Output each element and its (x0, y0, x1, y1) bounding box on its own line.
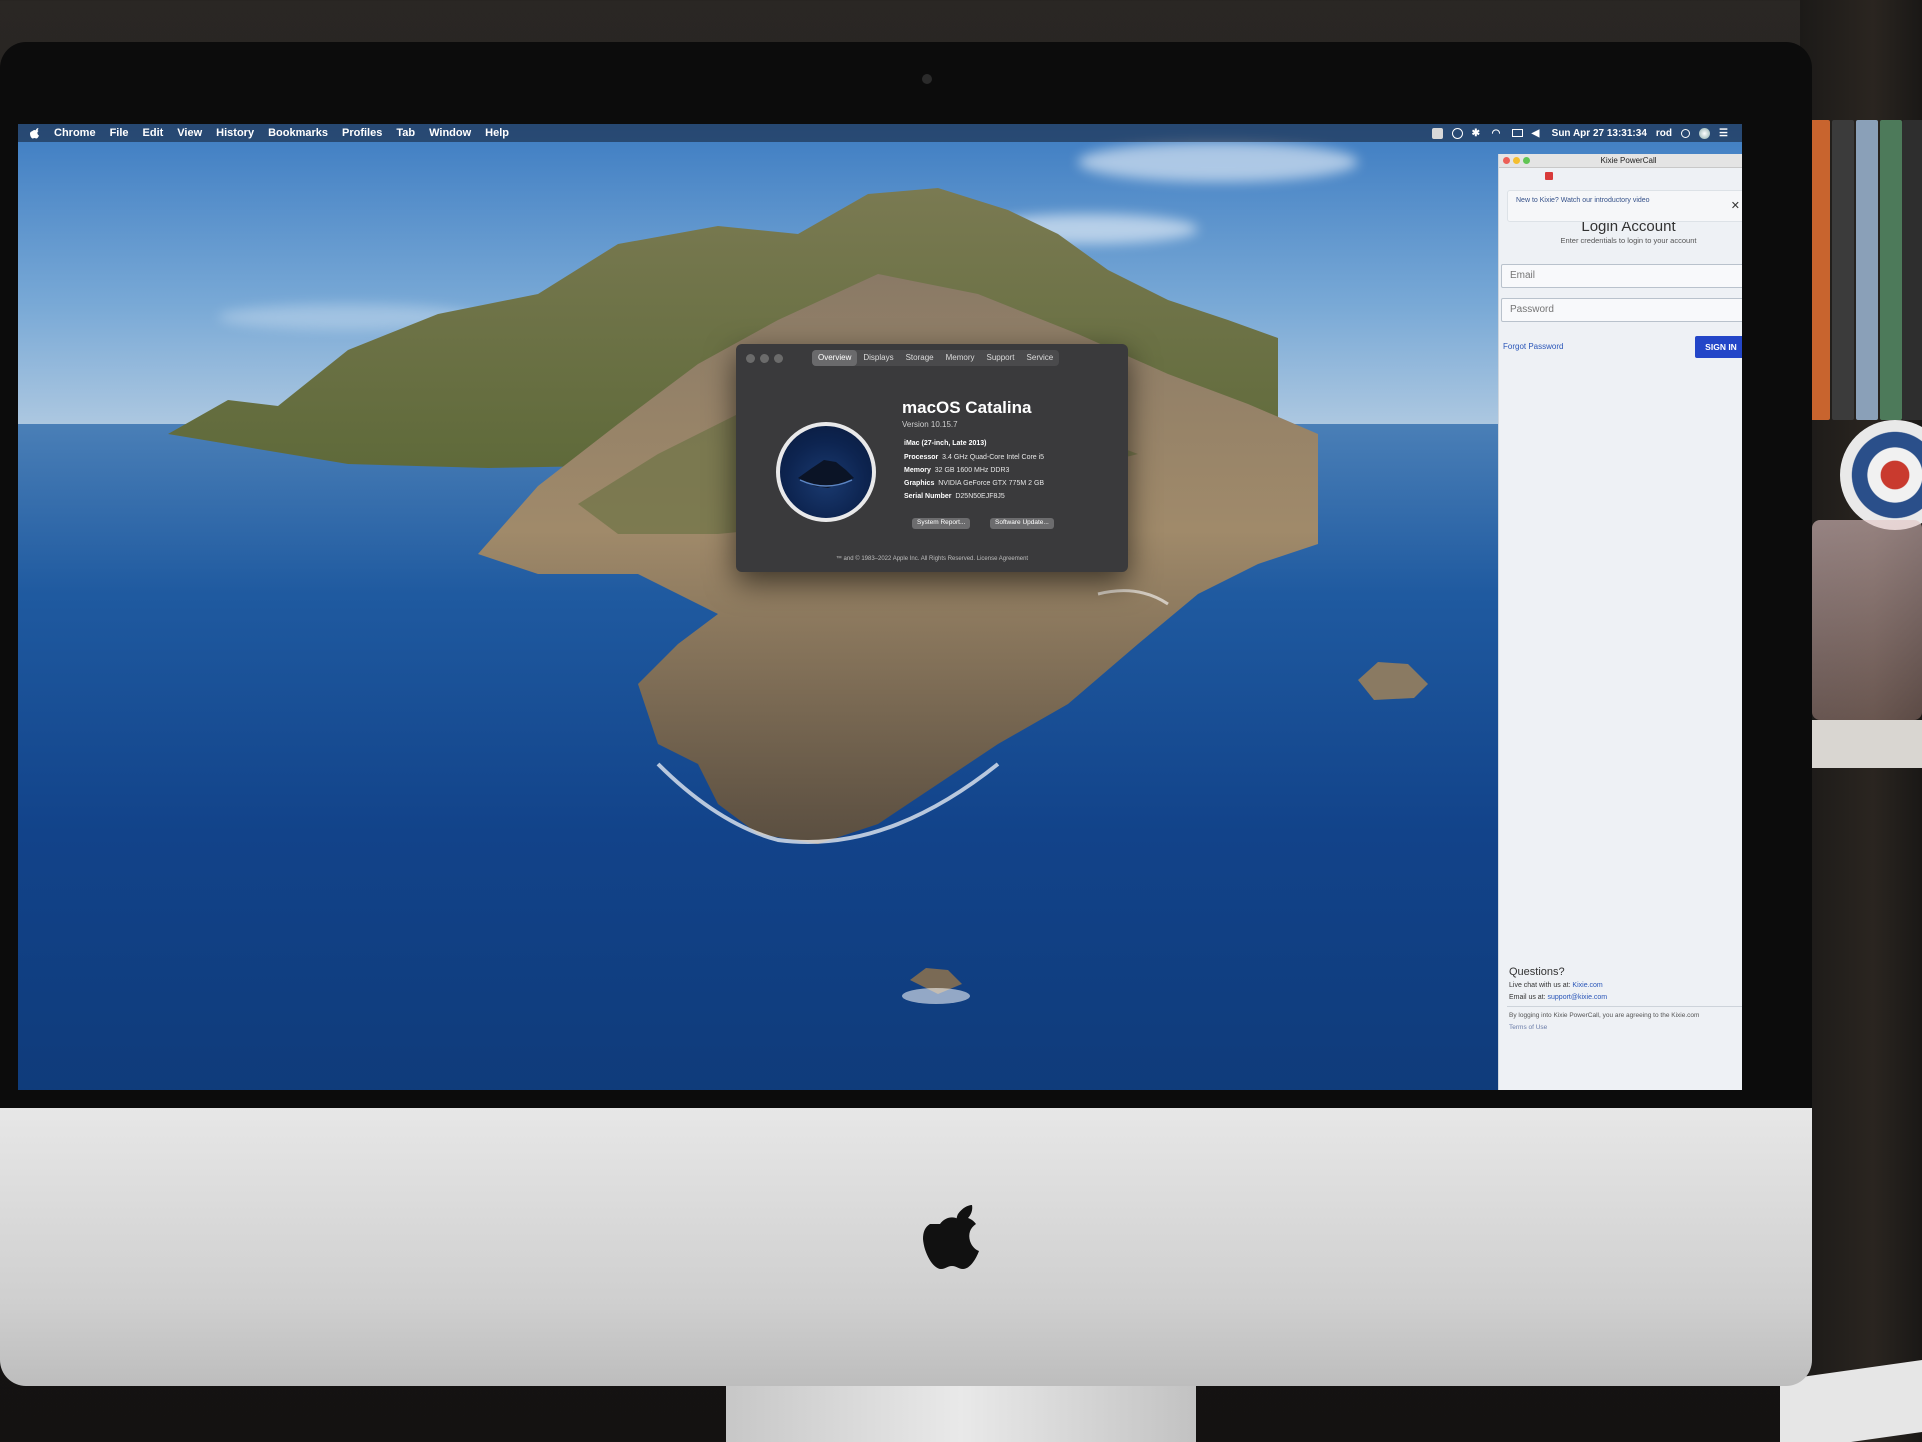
tab-displays[interactable]: Displays (857, 350, 899, 366)
intro-notice[interactable]: New to Kixie? Watch our introductory vid… (1507, 190, 1742, 222)
minimize-button[interactable] (760, 354, 769, 363)
support-email-link[interactable]: support@kixie.com (1548, 994, 1608, 1001)
notification-center-icon[interactable]: ☰ (1719, 128, 1730, 139)
terms-text: By logging into Kixie PowerCall, you are… (1509, 1012, 1700, 1019)
macos-catalina-logo-icon (776, 422, 876, 522)
clock[interactable]: Sun Apr 27 13:31:34 (1552, 128, 1647, 139)
intro-notice-text[interactable]: New to Kixie? Watch our introductory vid… (1516, 197, 1650, 204)
spec-memory: Memory 32 GB 1600 MHz DDR3 (904, 467, 1009, 474)
status-menu: ✱ ◠ ◀ Sun Apr 27 13:31:34 rod ☰ (1431, 124, 1730, 142)
model-value: iMac (27-inch, Late 2013) (904, 440, 987, 447)
close-button[interactable] (1503, 157, 1510, 164)
apple-menu-icon[interactable] (30, 126, 42, 140)
about-tabs: Overview Displays Storage Memory Support… (812, 350, 1060, 366)
spec-label: Serial Number (904, 493, 952, 500)
zoom-button[interactable] (774, 354, 783, 363)
tab-support[interactable]: Support (981, 350, 1021, 366)
zoom-button[interactable] (1523, 157, 1530, 164)
search-icon[interactable] (1681, 128, 1690, 138)
close-button[interactable] (746, 354, 755, 363)
user-name[interactable]: rod (1656, 128, 1672, 139)
bluetooth-icon[interactable]: ✱ (1472, 128, 1483, 139)
shelf (1812, 720, 1922, 768)
spec-value: 3.4 GHz Quad-Core Intel Core i5 (942, 454, 1045, 461)
bookshelf-book (1902, 120, 1922, 420)
live-chat-line: Live chat with us at: Kixie.com (1509, 982, 1603, 989)
imac-chin (0, 1108, 1812, 1386)
kixie-logo-icon (1545, 172, 1553, 180)
minimize-button[interactable] (1513, 157, 1520, 164)
menu-file[interactable]: File (110, 127, 129, 139)
questions-heading: Questions? (1509, 966, 1565, 978)
menu-profiles[interactable]: Profiles (342, 127, 382, 139)
desktop-screen: Chrome File Edit View History Bookmarks … (18, 124, 1742, 1090)
menu-bookmarks[interactable]: Bookmarks (268, 127, 328, 139)
divider (1507, 1006, 1742, 1007)
os-version: Version 10.15.7 (902, 420, 958, 429)
menu-history[interactable]: History (216, 127, 254, 139)
kixie-titlebar: Kixie PowerCall (1499, 154, 1742, 168)
evernote-icon[interactable] (1431, 127, 1443, 139)
menu-bar: Chrome File Edit View History Bookmarks … (18, 124, 1742, 142)
spec-processor: Processor 3.4 GHz Quad-Core Intel Core i… (904, 454, 1044, 461)
imac-stand (726, 1386, 1196, 1442)
dropbox-icon[interactable] (1451, 127, 1463, 139)
password-field[interactable] (1501, 298, 1742, 322)
close-icon[interactable]: ✕ (1731, 199, 1740, 212)
bookshelf-book (1832, 120, 1854, 420)
software-update-button[interactable]: Software Update... (990, 518, 1054, 529)
spec-value: D25N50EJF8J5 (955, 493, 1005, 500)
menu-edit[interactable]: Edit (143, 127, 164, 139)
password-input[interactable] (1510, 304, 1740, 315)
email-input[interactable] (1510, 270, 1740, 281)
about-this-mac-window: Overview Displays Storage Memory Support… (736, 344, 1128, 572)
tab-storage[interactable]: Storage (900, 350, 940, 366)
email-us-line: Email us at: support@kixie.com (1509, 994, 1607, 1001)
os-name: macOS Catalina (902, 398, 1032, 417)
model-name: iMac (27-inch, Late 2013) (904, 440, 986, 447)
tab-memory[interactable]: Memory (940, 350, 981, 366)
terms-of-use-link[interactable]: Terms of Use (1509, 1024, 1547, 1031)
tab-overview[interactable]: Overview (812, 350, 858, 366)
tab-service[interactable]: Service (1021, 350, 1060, 366)
catalina-island-icon (798, 460, 854, 488)
spec-graphics: Graphics NVIDIA GeForce GTX 775M 2 GB (904, 480, 1044, 487)
wifi-icon[interactable]: ◠ (1492, 128, 1503, 139)
apple-logo-icon (923, 1205, 979, 1269)
menu-window[interactable]: Window (429, 127, 471, 139)
menu-help[interactable]: Help (485, 127, 509, 139)
system-report-button[interactable]: System Report... (912, 518, 971, 529)
glass-award (1812, 520, 1922, 720)
menu-tab[interactable]: Tab (396, 127, 415, 139)
spec-serial: Serial Number D25N50EJF8J5 (904, 493, 1005, 500)
volume-icon[interactable]: ◀ (1532, 128, 1543, 139)
email-field[interactable] (1501, 264, 1742, 288)
display-icon[interactable] (1511, 129, 1523, 137)
live-chat-prefix: Live chat with us at: (1509, 982, 1573, 989)
sign-in-button[interactable]: SIGN IN (1695, 336, 1742, 358)
kixie-powercall-window: Kixie PowerCall Login Account New to Kix… (1498, 154, 1742, 1090)
login-subtitle: Enter credentials to login to your accou… (1560, 236, 1697, 245)
menu-app-name[interactable]: Chrome (54, 127, 96, 139)
spec-label: Processor (904, 454, 939, 461)
live-chat-link[interactable]: Kixie.com (1572, 982, 1602, 989)
spec-label: Memory (904, 467, 931, 474)
wallpaper-island (168, 188, 1428, 1004)
menu-view[interactable]: View (177, 127, 202, 139)
spec-label: Graphics (904, 480, 935, 487)
spec-value: 32 GB 1600 MHz DDR3 (934, 467, 1010, 474)
bookshelf-book (1856, 120, 1878, 420)
camera (922, 74, 932, 84)
about-footer: ™ and © 1983–2022 Apple Inc. All Rights … (835, 556, 1029, 562)
forgot-password-link[interactable]: Forgot Password (1503, 342, 1563, 351)
spec-value: NVIDIA GeForce GTX 775M 2 GB (938, 480, 1045, 487)
email-us-prefix: Email us at: (1509, 994, 1548, 1001)
bookshelf-book (1880, 120, 1902, 420)
siri-icon[interactable] (1699, 127, 1710, 139)
